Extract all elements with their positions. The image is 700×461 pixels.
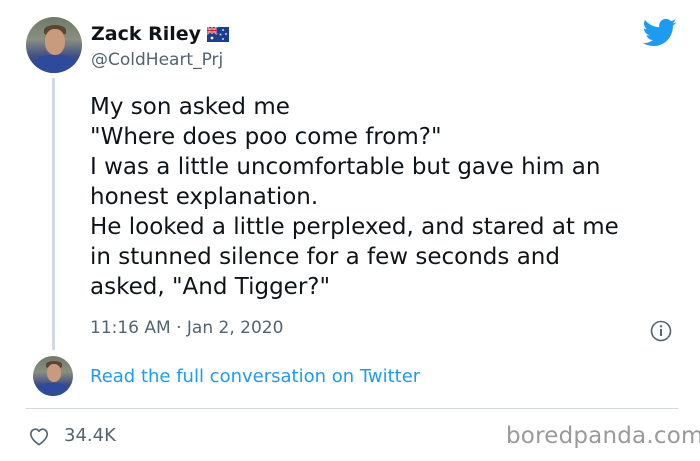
tweet-line: asked, "And Tigger?" bbox=[90, 274, 331, 300]
tweet-line: honest explanation. bbox=[90, 184, 319, 210]
twitter-bird-icon[interactable] bbox=[643, 18, 677, 48]
heart-icon[interactable] bbox=[28, 426, 50, 446]
tweet-line: He looked a little perplexed, and stared… bbox=[90, 214, 619, 240]
read-conversation-link[interactable]: Read the full conversation on Twitter bbox=[90, 366, 420, 387]
tweet-line: in stunned silence for a few seconds and bbox=[90, 244, 560, 270]
author-avatar[interactable] bbox=[26, 17, 82, 73]
tweet-line: My son asked me bbox=[90, 94, 290, 120]
tweet-timestamp[interactable]: 11:16 AM · Jan 2, 2020 bbox=[90, 318, 283, 338]
tweet-line: "Where does poo come from?" bbox=[90, 124, 442, 150]
conversation-avatar[interactable] bbox=[33, 356, 73, 396]
divider bbox=[26, 408, 678, 409]
australia-flag-icon bbox=[207, 27, 229, 42]
like-count: 34.4K bbox=[64, 425, 116, 446]
info-icon[interactable] bbox=[650, 320, 672, 342]
thread-line bbox=[52, 78, 55, 350]
author-name[interactable]: Zack Riley bbox=[91, 23, 201, 45]
tweet-text: My son asked me "Where does poo come fro… bbox=[90, 92, 680, 302]
tweet-line: I was a little uncomfortable but gave hi… bbox=[90, 154, 601, 180]
author-handle[interactable]: @ColdHeart_Prj bbox=[91, 50, 223, 70]
watermark: boredpanda.com bbox=[506, 423, 700, 449]
